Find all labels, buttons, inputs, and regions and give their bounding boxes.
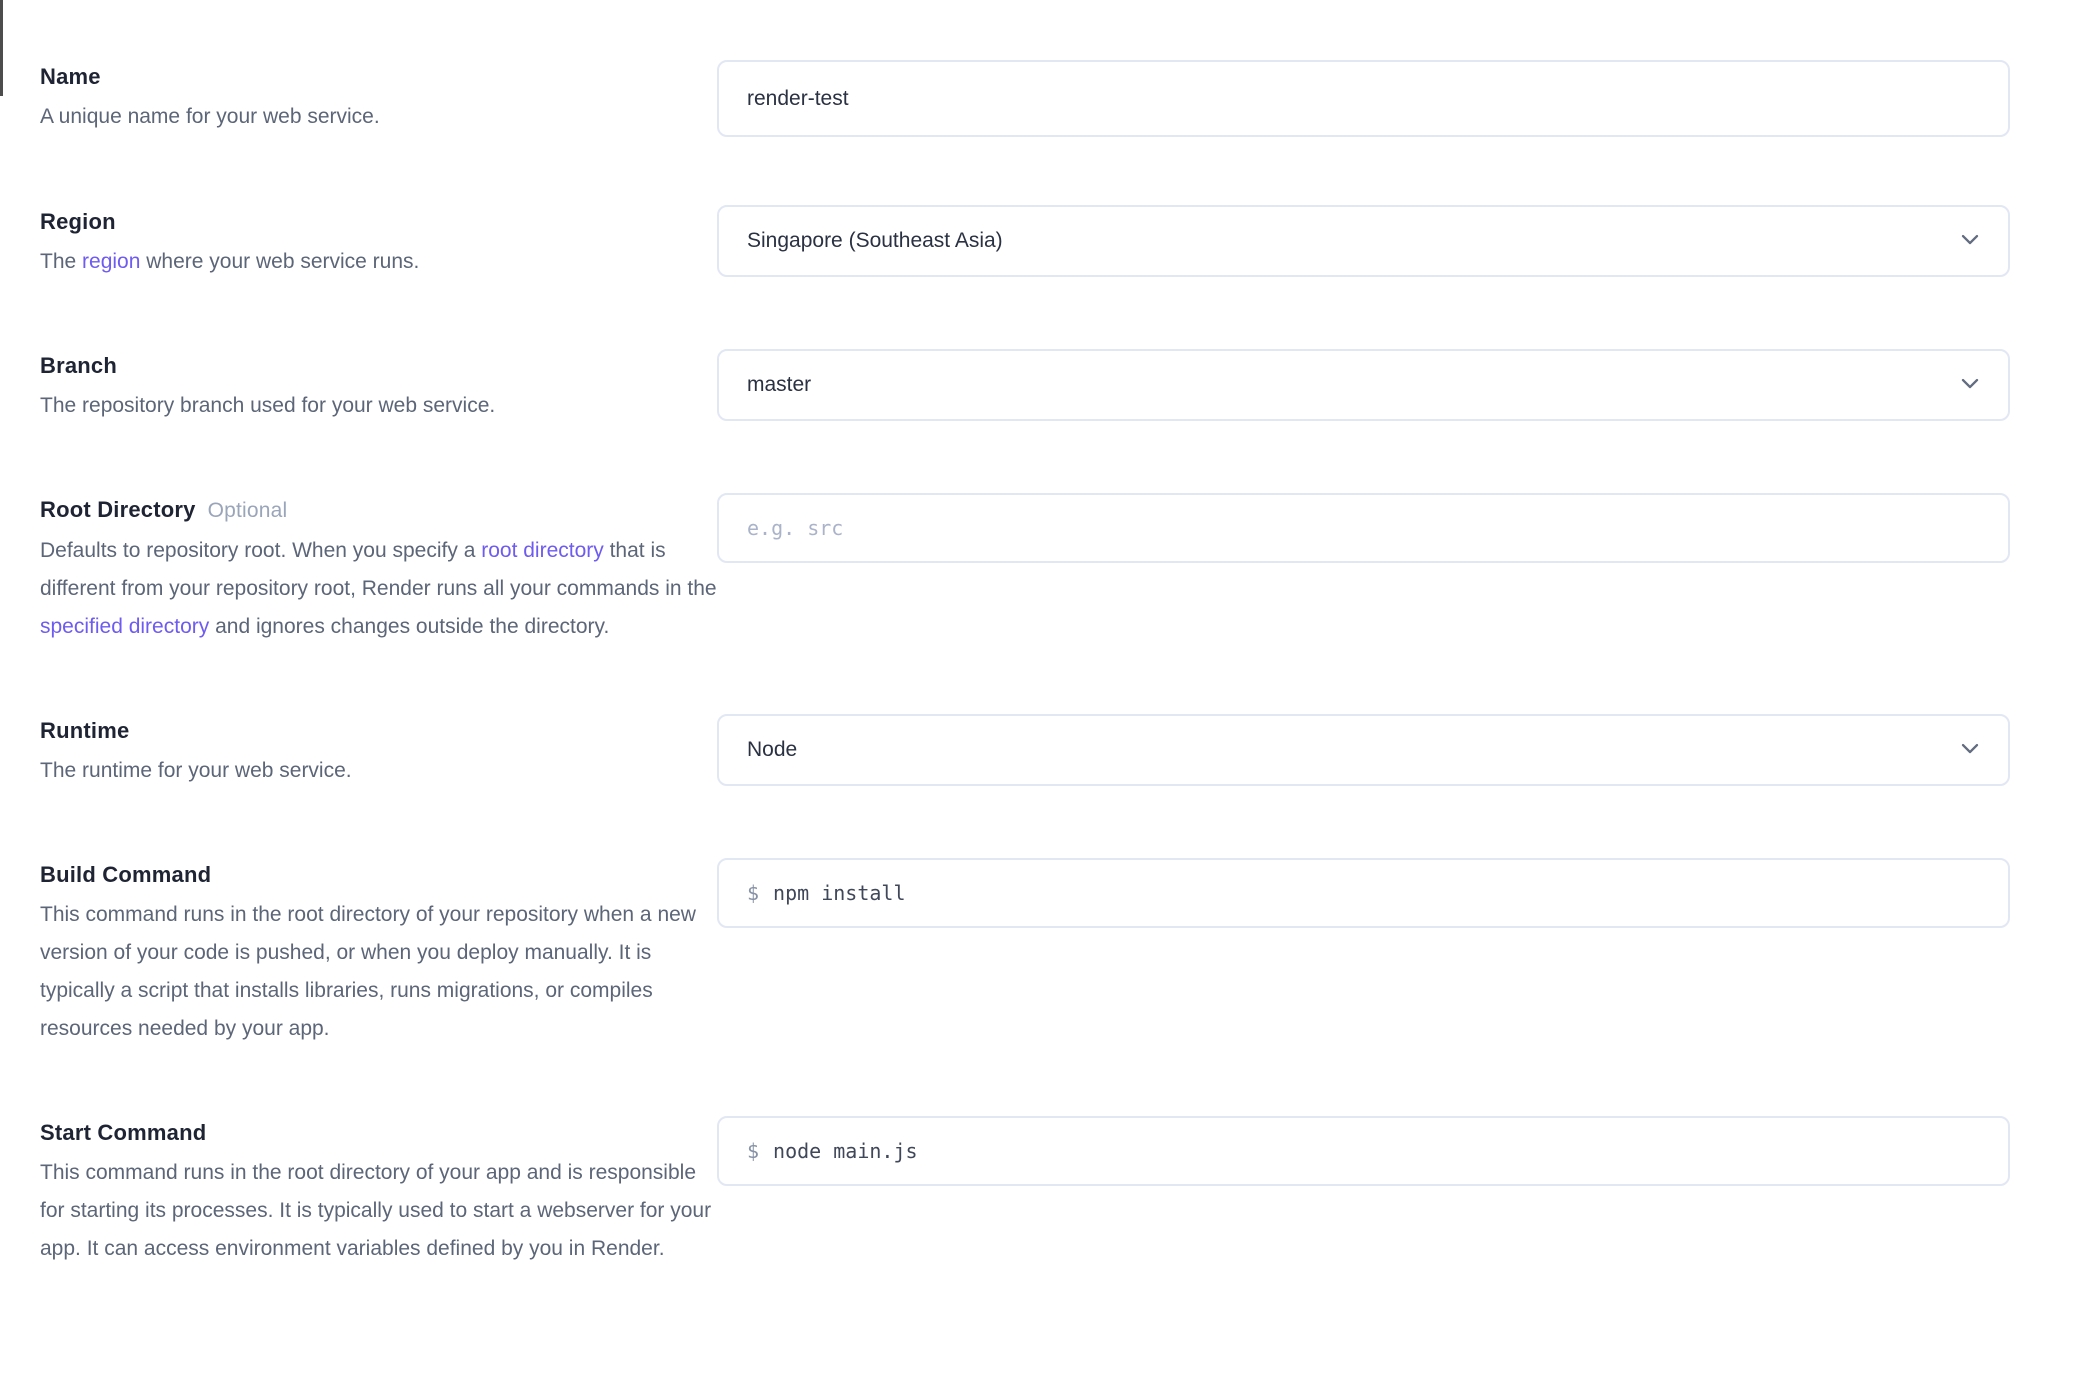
branch-select[interactable]: master	[717, 349, 2010, 421]
root-directory-link[interactable]: root directory	[481, 539, 604, 562]
root-directory-input-wrap	[717, 493, 2010, 646]
start-command-field-info: Start Command This command runs in the r…	[40, 1116, 717, 1268]
root-directory-label: Root Directory Optional	[40, 493, 717, 528]
branch-select-value: master	[747, 373, 811, 397]
root-desc-pre: Defaults to repository root. When you sp…	[40, 539, 481, 562]
runtime-field-info: Runtime The runtime for your web service…	[40, 714, 717, 790]
optional-badge: Optional	[208, 499, 288, 522]
start-command-label: Start Command	[40, 1116, 717, 1150]
build-command-input[interactable]	[773, 860, 1980, 926]
root-directory-input[interactable]	[717, 493, 2010, 563]
build-command-description: This command runs in the root directory …	[40, 896, 717, 1048]
field-row-region: Region The region where your web service…	[40, 205, 2010, 281]
region-desc-pre: The	[40, 250, 82, 273]
build-command-input-box[interactable]: $	[717, 858, 2010, 928]
name-input-wrap	[717, 60, 2010, 137]
field-row-build-command: Build Command This command runs in the r…	[40, 858, 2010, 1048]
build-command-field-info: Build Command This command runs in the r…	[40, 858, 717, 1048]
branch-field-info: Branch The repository branch used for yo…	[40, 349, 717, 425]
chevron-down-icon	[1956, 225, 1984, 258]
root-desc-post: and ignores changes outside the director…	[209, 615, 609, 638]
start-command-description: This command runs in the root directory …	[40, 1154, 717, 1268]
region-field-info: Region The region where your web service…	[40, 205, 717, 281]
name-description: A unique name for your web service.	[40, 98, 717, 136]
region-select[interactable]: Singapore (Southeast Asia)	[717, 205, 2010, 277]
region-label: Region	[40, 205, 717, 239]
chevron-down-icon	[1956, 369, 1984, 402]
root-directory-field-info: Root Directory Optional Defaults to repos…	[40, 493, 717, 646]
chevron-down-icon	[1956, 734, 1984, 767]
field-row-name: Name A unique name for your web service.	[40, 60, 2010, 137]
dollar-prompt-icon: $	[747, 881, 759, 905]
build-command-label: Build Command	[40, 858, 717, 892]
field-row-root-directory: Root Directory Optional Defaults to repos…	[40, 493, 2010, 646]
field-row-branch: Branch The repository branch used for yo…	[40, 349, 2010, 425]
specified-directory-link[interactable]: specified directory	[40, 615, 209, 638]
region-description: The region where your web service runs.	[40, 243, 717, 281]
region-desc-post: where your web service runs.	[140, 250, 419, 273]
dollar-prompt-icon: $	[747, 1139, 759, 1163]
runtime-select-value: Node	[747, 738, 797, 762]
web-service-settings-form: Name A unique name for your web service.…	[0, 0, 2082, 1392]
name-input[interactable]	[717, 60, 2010, 137]
branch-label: Branch	[40, 349, 717, 383]
root-directory-description: Defaults to repository root. When you sp…	[40, 532, 717, 646]
name-label: Name	[40, 60, 717, 94]
region-link[interactable]: region	[82, 250, 140, 273]
start-command-input[interactable]	[773, 1118, 1980, 1184]
screenshot-edge-artifact	[0, 0, 3, 96]
field-row-start-command: Start Command This command runs in the r…	[40, 1116, 2010, 1268]
runtime-description: The runtime for your web service.	[40, 752, 717, 790]
field-row-runtime: Runtime The runtime for your web service…	[40, 714, 2010, 790]
runtime-label: Runtime	[40, 714, 717, 748]
branch-description: The repository branch used for your web …	[40, 387, 717, 425]
region-select-value: Singapore (Southeast Asia)	[747, 229, 1003, 253]
runtime-select[interactable]: Node	[717, 714, 2010, 786]
start-command-input-box[interactable]: $	[717, 1116, 2010, 1186]
root-directory-label-text: Root Directory	[40, 497, 196, 522]
name-field-info: Name A unique name for your web service.	[40, 60, 717, 137]
